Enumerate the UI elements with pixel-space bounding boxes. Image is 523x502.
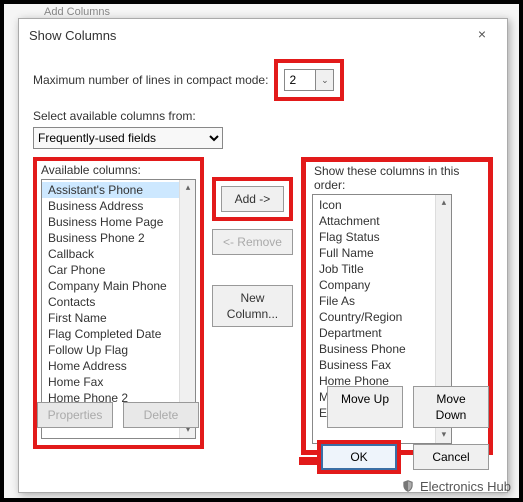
list-item[interactable]: Home Address <box>42 358 195 374</box>
list-item[interactable]: Assistant's Phone <box>42 182 195 198</box>
compact-mode-row: Maximum number of lines in compact mode:… <box>33 59 493 101</box>
ok-button[interactable]: OK <box>321 444 397 470</box>
shield-icon <box>401 478 415 494</box>
scroll-up-icon[interactable]: ▴ <box>180 180 196 196</box>
list-item[interactable]: Home Fax <box>42 374 195 390</box>
list-item[interactable]: Flag Status <box>313 229 451 245</box>
list-item[interactable]: Icon <box>313 197 451 213</box>
list-item[interactable]: Contacts <box>42 294 195 310</box>
list-item[interactable]: Company <box>313 277 451 293</box>
list-item[interactable]: Business Address <box>42 198 195 214</box>
list-item[interactable]: Business Phone 2 <box>42 230 195 246</box>
list-item[interactable]: Job Title <box>313 261 451 277</box>
chevron-down-icon[interactable]: ⌄ <box>315 70 333 90</box>
available-label: Available columns: <box>41 163 196 177</box>
show-columns-dialog: Show Columns × Maximum number of lines i… <box>18 18 508 493</box>
compact-label: Maximum number of lines in compact mode: <box>33 73 268 87</box>
dialog-title: Show Columns <box>29 28 116 43</box>
middle-buttons: Add -> <- Remove New Column... <box>212 157 293 455</box>
footer-right-buttons: Move Up Move Down <box>327 386 489 428</box>
select-from-label: Select available columns from: <box>33 109 196 123</box>
list-item[interactable]: Attachment <box>313 213 451 229</box>
watermark: Electronics Hub <box>401 478 511 494</box>
available-columns-listbox[interactable]: Assistant's PhoneBusiness AddressBusines… <box>41 179 196 439</box>
annotation-box-ok: OK <box>317 440 401 474</box>
annotation-box-add: Add -> <box>212 177 293 221</box>
ok-cancel-row: OK Cancel <box>317 440 489 474</box>
close-button[interactable]: × <box>467 25 497 45</box>
annotation-box-compact: ⌄ <box>274 59 344 101</box>
show-label: Show these columns in this order: <box>312 164 482 192</box>
properties-button[interactable]: Properties <box>37 402 113 428</box>
footer-left-buttons: Properties Delete <box>37 402 199 428</box>
list-item[interactable]: Business Home Page <box>42 214 195 230</box>
select-from-row: Select available columns from: Frequentl… <box>33 109 493 149</box>
list-item[interactable]: First Name <box>42 310 195 326</box>
ribbon-hint: Add Columns <box>44 6 110 18</box>
move-down-button[interactable]: Move Down <box>413 386 489 428</box>
list-item[interactable]: Follow Up Flag <box>42 342 195 358</box>
scrollbar[interactable]: ▴ ▾ <box>179 180 195 438</box>
list-item[interactable]: Business Phone <box>313 341 451 357</box>
list-item[interactable]: Full Name <box>313 245 451 261</box>
select-from-dropdown[interactable]: Frequently-used fields <box>33 127 223 149</box>
add-button[interactable]: Add -> <box>221 186 284 212</box>
cancel-button[interactable]: Cancel <box>413 444 489 470</box>
remove-button[interactable]: <- Remove <box>212 229 293 255</box>
scroll-up-icon[interactable]: ▴ <box>436 195 452 211</box>
list-item[interactable]: File As <box>313 293 451 309</box>
screenshot-frame: Add Columns Show Columns × Maximum numbe… <box>0 0 523 502</box>
compact-spinner[interactable]: ⌄ <box>284 69 334 91</box>
compact-value-input[interactable] <box>285 70 315 90</box>
watermark-text: Electronics Hub <box>420 479 511 494</box>
list-item[interactable]: Department <box>313 325 451 341</box>
titlebar: Show Columns × <box>19 19 507 51</box>
new-column-button[interactable]: New Column... <box>212 285 293 327</box>
list-item[interactable]: Business Fax <box>313 357 451 373</box>
delete-button[interactable]: Delete <box>123 402 199 428</box>
list-item[interactable]: Callback <box>42 246 195 262</box>
move-up-button[interactable]: Move Up <box>327 386 403 428</box>
list-item[interactable]: Car Phone <box>42 262 195 278</box>
list-item[interactable]: Company Main Phone <box>42 278 195 294</box>
list-item[interactable]: Country/Region <box>313 309 451 325</box>
list-item[interactable]: Flag Completed Date <box>42 326 195 342</box>
